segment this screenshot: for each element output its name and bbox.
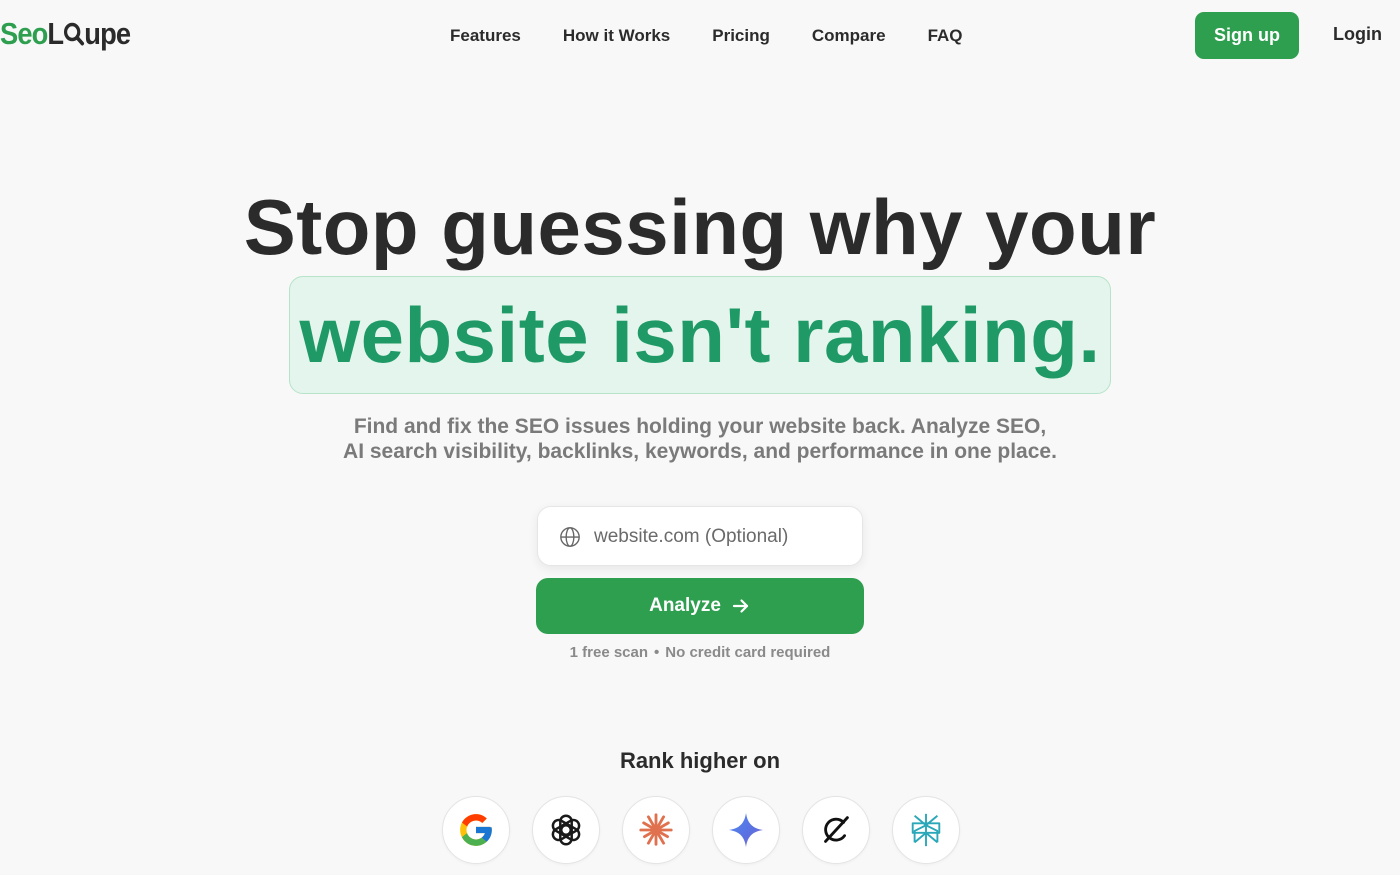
engine-gemini (712, 796, 780, 864)
hero-subtext-line-1: Find and fix the SEO issues holding your… (353, 415, 1047, 438)
grok-icon (824, 816, 849, 843)
chatgpt-icon (551, 814, 581, 846)
nav-link-features[interactable]: Features (450, 26, 521, 46)
logo-text-upe: upe (84, 16, 131, 51)
logo-text-seo: Seo (0, 16, 48, 51)
logo[interactable]: Seo L upe (0, 14, 131, 54)
fine-print: 1 free scan • No credit card required (0, 644, 1400, 661)
engine-perplexity (892, 796, 960, 864)
headline-line-2: website isn't ranking. (299, 291, 1101, 379)
separator-dot: • (654, 644, 660, 661)
nav-links: Features How it Works Pricing Compare FA… (450, 0, 1005, 72)
hero-subtext-line-2: AI search visibility, backlinks, keyword… (343, 440, 1057, 463)
claude-icon (639, 813, 673, 846)
gemini-icon (728, 812, 764, 848)
engine-google (442, 796, 510, 864)
website-url-input[interactable] (594, 507, 854, 567)
top-nav: Seo L upe Features How it Works Pricing … (0, 0, 1400, 72)
analyze-button[interactable]: Analyze (536, 578, 864, 634)
engine-chatgpt (532, 796, 600, 864)
login-link[interactable]: Login (1333, 24, 1382, 45)
headline-line-1: Stop guessing why your (243, 183, 1157, 271)
arrow-right-icon (732, 599, 749, 613)
rank-higher-title: Rank higher on (619, 748, 781, 773)
headline-highlight-box: website isn't ranking. (289, 276, 1111, 394)
signup-button[interactable]: Sign up (1195, 12, 1299, 59)
search-engine-list (442, 796, 962, 864)
engine-grok (802, 796, 870, 864)
website-url-field[interactable] (537, 506, 863, 567)
free-scan-note: 1 free scan (569, 644, 649, 661)
engine-claude (622, 796, 690, 864)
logo-text-loupe: L upe (47, 16, 131, 52)
analyze-button-label: Analyze (649, 595, 721, 616)
nav-link-pricing[interactable]: Pricing (712, 26, 770, 46)
no-card-note: No credit card required (665, 644, 831, 661)
hero-subtext: Find and fix the SEO issues holding your… (300, 414, 1100, 464)
nav-link-compare[interactable]: Compare (812, 26, 886, 46)
globe-icon (560, 527, 580, 547)
google-icon (460, 814, 492, 846)
nav-link-faq[interactable]: FAQ (928, 26, 963, 46)
nav-link-how-it-works[interactable]: How it Works (563, 26, 670, 46)
perplexity-icon (911, 813, 941, 847)
logo-text-l: L (47, 16, 64, 51)
magnifier-icon (63, 22, 84, 46)
